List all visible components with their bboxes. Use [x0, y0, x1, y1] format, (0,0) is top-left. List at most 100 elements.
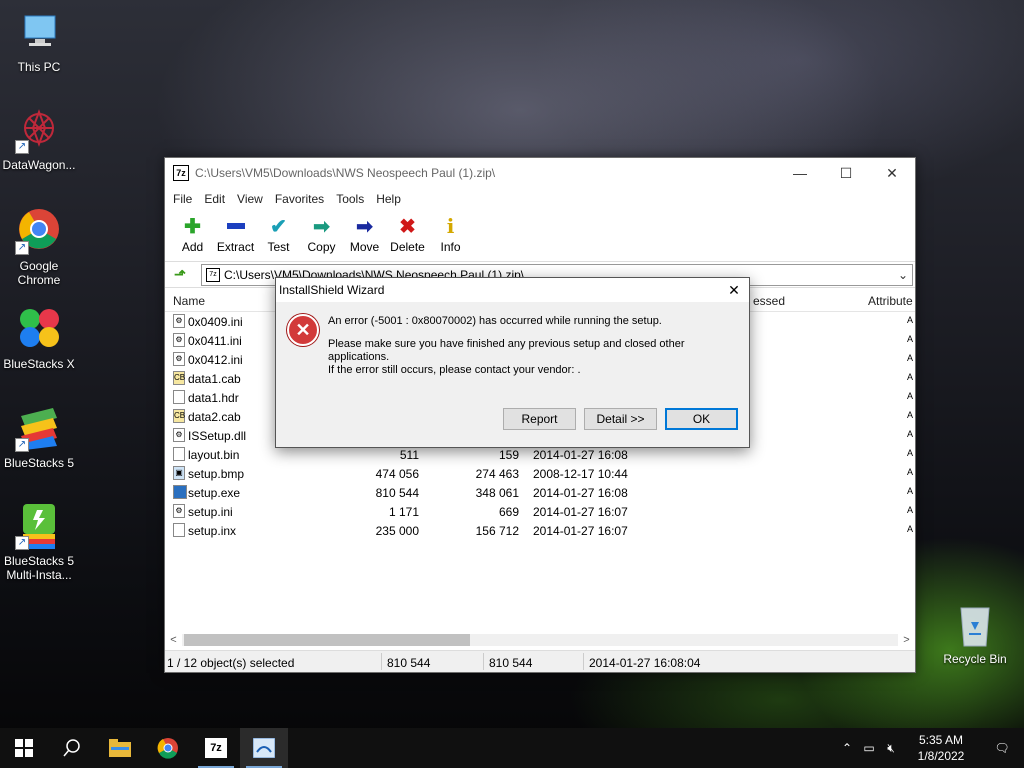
toolbar-label: Copy [307, 240, 336, 254]
ini-file-icon: ⚙ [173, 504, 185, 518]
list-item[interactable]: setup.inx 235 000 156 712 2014-01-27 16:07 A [165, 521, 915, 540]
error-message: An error (-5001 : 0x80070002) has occurr… [328, 315, 662, 327]
status-bar: 1 / 12 object(s) selected 810 544 810 54… [165, 650, 915, 672]
scroll-track[interactable] [182, 633, 898, 646]
taskbar-chrome[interactable] [144, 728, 192, 768]
list-item[interactable]: ▣ setup.bmp 474 056 274 463 2008-12-17 10:44… [165, 464, 915, 483]
chevron-down-icon[interactable]: ⌄ [894, 268, 912, 282]
status-modified: 2014-01-27 16:08:04 [589, 656, 701, 670]
desktop-icon-bluestacks-5[interactable]: ↗ BlueStacks 5 [0, 404, 78, 470]
close-icon[interactable]: ✕ [719, 282, 749, 299]
minus-icon [224, 214, 248, 238]
installshield-dialog[interactable]: InstallShield Wizard ✕ ✕ An error (-5001… [275, 277, 750, 448]
column-packed-size[interactable]: essed [753, 294, 785, 308]
7zip-icon: 7z [205, 738, 227, 758]
search-button[interactable] [48, 728, 96, 768]
ok-button[interactable]: OK [665, 408, 738, 430]
menu-edit[interactable]: Edit [198, 192, 231, 206]
column-attributes[interactable]: Attribute [868, 294, 913, 308]
maximize-button[interactable]: ☐ [823, 158, 869, 188]
toolbar-label: Info [440, 240, 461, 254]
error-icon: ✕ [287, 314, 319, 346]
up-folder-icon[interactable]: ⬏ [169, 264, 191, 286]
notifications-icon[interactable]: 🗨︎ [980, 741, 1024, 755]
start-button[interactable] [0, 728, 48, 768]
report-button[interactable]: Report [503, 408, 576, 430]
title-bar[interactable]: 7z C:\Users\VM5\Downloads\NWS Neospeech … [165, 158, 915, 188]
volume-muted-icon[interactable]: 🔇︎ [880, 741, 902, 756]
menu-file[interactable]: File [167, 192, 198, 206]
bluestacks-x-icon [15, 305, 63, 353]
delete-button[interactable]: ✖ Delete [386, 214, 429, 255]
move-button[interactable]: ➡ Move [343, 214, 386, 255]
scroll-right-icon[interactable]: > [898, 634, 915, 646]
desktop-icon-label: Recycle Bin [943, 652, 1007, 666]
error-detail-line: If the error still occurs, please contac… [328, 364, 581, 376]
copy-button[interactable]: ➡ Copy [300, 214, 343, 255]
taskbar-installshield[interactable] [240, 728, 288, 768]
column-name[interactable]: Name [173, 294, 205, 308]
shortcut-arrow-icon: ↗ [15, 241, 29, 255]
desktop-icon-bluestacks-x[interactable]: BlueStacks X [0, 305, 78, 371]
bluestacks-multi-icon: ↗ [15, 502, 63, 550]
horizontal-scrollbar[interactable]: < > [165, 631, 915, 648]
start-icon [15, 739, 33, 757]
dialog-title-bar[interactable]: InstallShield Wizard ✕ [276, 278, 749, 302]
add-button[interactable]: ✚ Add [171, 214, 214, 255]
menu-bar: File Edit View Favorites Tools Help [165, 188, 915, 210]
desktop-icon-label: BlueStacks X [3, 357, 75, 371]
clock[interactable]: 5:35 AM 1/8/2022 [902, 732, 980, 764]
network-icon[interactable]: ▭ [858, 741, 880, 755]
info-button[interactable]: i Info [429, 214, 472, 254]
file-icon [173, 523, 185, 537]
desktop-icon-datawagon[interactable]: ↗ DataWagon... [0, 106, 78, 172]
desktop-icon-bluestacks-multi[interactable]: ↗ BlueStacks 5 Multi-Insta... [0, 502, 78, 582]
status-packed: 810 544 [489, 656, 533, 670]
toolbar-label: Extract [216, 240, 255, 254]
move-arrow-icon: ➡ [356, 215, 373, 238]
desktop-icon-chrome[interactable]: ↗ Google Chrome [0, 207, 78, 287]
taskbar-7zip[interactable]: 7z [192, 728, 240, 768]
minimize-button[interactable]: — [777, 158, 823, 188]
scroll-thumb[interactable] [184, 633, 470, 646]
dialog-title: InstallShield Wizard [279, 283, 385, 297]
desktop-icon-label: DataWagon... [2, 158, 76, 172]
error-detail-line: Please make sure you have finished any p… [328, 338, 685, 363]
desktop-icon-label: BlueStacks 5 [3, 456, 75, 470]
status-size: 810 544 [387, 656, 431, 670]
computer-icon [15, 8, 63, 56]
scroll-left-icon[interactable]: < [165, 634, 182, 646]
shortcut-arrow-icon: ↗ [15, 140, 29, 154]
extract-button[interactable]: Extract [214, 214, 257, 254]
ini-file-icon: ⚙ [173, 314, 185, 328]
file-icon [173, 390, 185, 404]
check-icon: ✔ [270, 215, 287, 238]
taskbar-file-explorer[interactable] [96, 728, 144, 768]
copy-arrow-icon: ➡ [313, 215, 330, 238]
desktop-icon-label: Google Chrome [17, 259, 61, 287]
menu-help[interactable]: Help [370, 192, 407, 206]
system-tray: ⌃ ▭ 🔇︎ 5:35 AM 1/8/2022 🗨︎ [836, 728, 1024, 768]
dll-file-icon: ⚙ [173, 428, 185, 442]
list-item[interactable]: setup.exe 810 544 348 061 2014-01-27 16:08 A [165, 483, 915, 502]
list-item[interactable]: ⚙ setup.ini 1 171 669 2014-01-27 16:07 A [165, 502, 915, 521]
shortcut-arrow-icon: ↗ [15, 536, 29, 550]
menu-view[interactable]: View [231, 192, 269, 206]
error-details: Please make sure you have finished any p… [328, 338, 743, 377]
bluestacks-5-icon: ↗ [15, 404, 63, 452]
menu-tools[interactable]: Tools [330, 192, 370, 206]
close-button[interactable]: ✕ [869, 158, 915, 188]
7zip-app-icon: 7z [173, 165, 189, 181]
exe-file-icon [173, 485, 187, 499]
installshield-icon [253, 738, 275, 758]
chevron-up-icon[interactable]: ⌃ [836, 741, 858, 755]
desktop-icon-this-pc[interactable]: This PC [0, 8, 78, 74]
menu-favorites[interactable]: Favorites [269, 192, 330, 206]
ini-file-icon: ⚙ [173, 333, 185, 347]
dialog-body: ✕ An error (-5001 : 0x80070002) has occu… [276, 302, 749, 448]
delete-x-icon: ✖ [399, 215, 416, 238]
search-icon [63, 739, 80, 757]
detail-button[interactable]: Detail >> [584, 408, 657, 430]
desktop-icon-recycle-bin[interactable]: Recycle Bin [936, 600, 1014, 666]
test-button[interactable]: ✔ Test [257, 214, 300, 255]
